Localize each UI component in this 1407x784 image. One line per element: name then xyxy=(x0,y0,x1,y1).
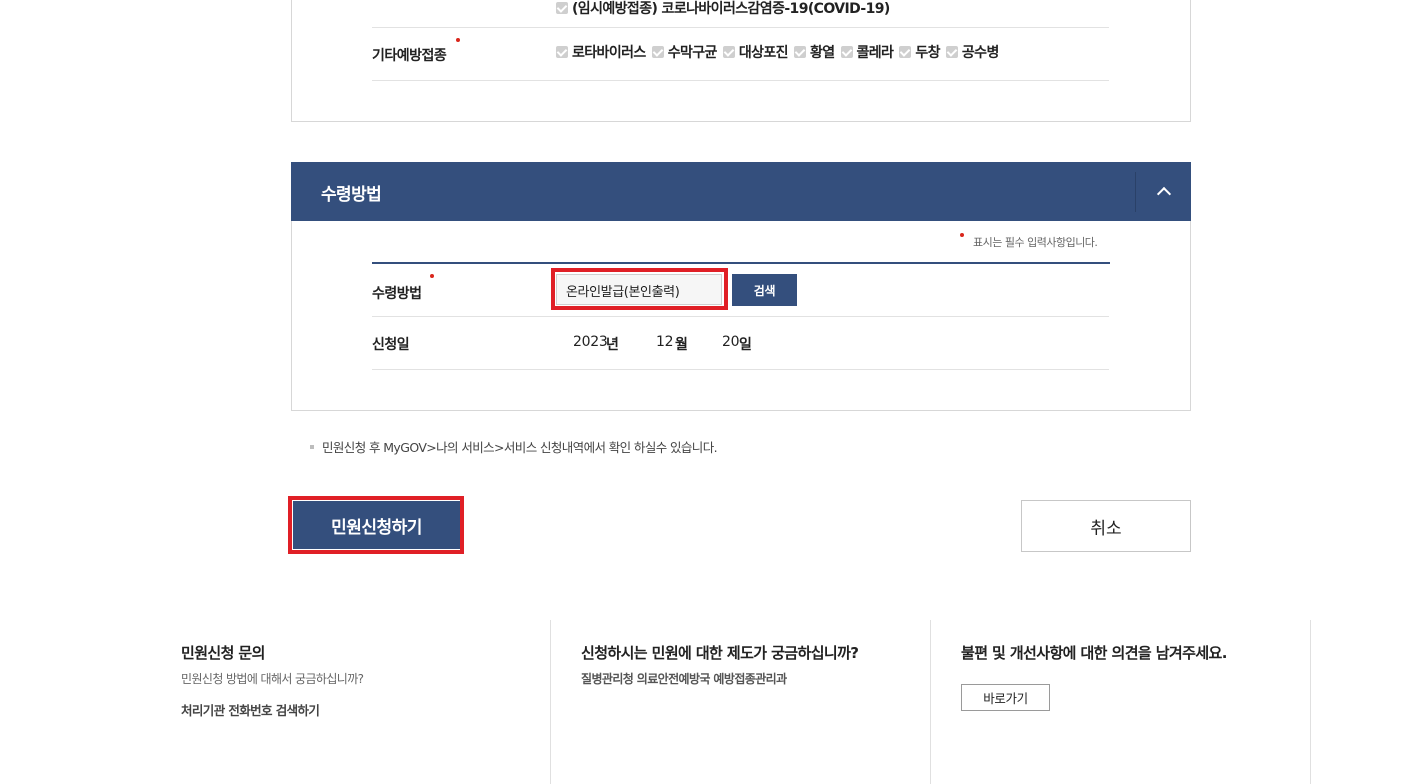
row-divider xyxy=(372,27,1109,28)
vaccine-option[interactable]: 콜레라 xyxy=(840,42,894,62)
inquiry-title: 민원신청 문의 xyxy=(181,644,265,662)
required-note: 표시는 필수 입력사항입니다. xyxy=(973,236,1098,249)
vaccine-option-label: 콜레라 xyxy=(856,45,894,61)
checkbox-checked-icon[interactable] xyxy=(840,46,853,58)
row-divider xyxy=(372,316,1109,317)
footer-divider xyxy=(930,620,931,784)
vaccine-option-label: 공수병 xyxy=(961,45,999,61)
footer-divider xyxy=(550,620,551,784)
required-dot-icon xyxy=(960,233,964,237)
receipt-method-field[interactable]: 온라인발급(본인출력) xyxy=(556,274,722,305)
inquiry-subtitle: 민원신청 방법에 대해서 궁금하십니까? xyxy=(181,672,364,686)
vaccine-option-label: 대상포진 xyxy=(738,45,789,61)
application-date-label: 신청일 xyxy=(372,337,410,353)
other-vaccination-options: 로타바이러스 수막구균 대상포진 황열 콜레라 두창 공수병 xyxy=(556,42,1005,62)
covid-vaccine-label: (임시예방접종) 코로나바이러스감염증-19(COVID-19) xyxy=(572,1,890,17)
cancel-button[interactable]: 취소 xyxy=(1021,500,1191,552)
date-day: 20 xyxy=(722,334,740,350)
date-month-unit: 월 xyxy=(675,337,688,353)
other-vaccination-label: 기타예방접종 xyxy=(372,48,447,64)
search-button[interactable]: 검색 xyxy=(732,274,797,306)
required-dot-icon xyxy=(430,274,434,278)
date-year: 2023 xyxy=(573,334,608,350)
vaccine-option-label: 수막구균 xyxy=(667,45,718,61)
vaccine-option[interactable]: 두창 xyxy=(899,42,940,62)
vaccine-option-label: 황열 xyxy=(809,45,835,61)
receipt-section-title: 수령방법 xyxy=(321,185,382,205)
vaccine-option[interactable]: 대상포진 xyxy=(722,42,789,62)
vaccine-option[interactable]: 황열 xyxy=(793,42,835,62)
footer-divider xyxy=(1310,620,1311,784)
required-dot-icon xyxy=(456,38,460,42)
checkbox-checked-icon[interactable] xyxy=(556,2,568,14)
vaccine-option-label: 로타바이러스 xyxy=(572,45,646,61)
date-year-unit: 년 xyxy=(606,337,619,353)
checkbox-checked-icon[interactable] xyxy=(899,46,912,58)
vaccine-option[interactable]: 공수병 xyxy=(945,42,999,62)
date-day-unit: 일 xyxy=(739,337,752,353)
info-note: 민원신청 후 MyGOV>나의 서비스>서비스 신청내역에서 확인 하실수 있습… xyxy=(310,437,718,456)
checkbox-checked-icon[interactable] xyxy=(651,46,664,58)
chevron-up-icon xyxy=(1156,186,1171,202)
vaccine-option[interactable]: 로타바이러스 xyxy=(556,42,646,62)
checkbox-checked-icon[interactable] xyxy=(793,46,806,58)
vaccine-option[interactable]: 수막구균 xyxy=(651,42,718,62)
checkbox-checked-icon[interactable] xyxy=(945,46,958,58)
vaccine-option-label: 두창 xyxy=(915,45,940,61)
date-month: 12 xyxy=(656,334,674,350)
bullet-icon xyxy=(310,444,314,449)
policy-question-title: 신청하시는 민원에 대한 제도가 궁금하십니까? xyxy=(581,644,859,662)
checkbox-checked-icon[interactable] xyxy=(556,46,568,58)
row-divider xyxy=(372,80,1109,81)
receipt-method-label: 수령방법 xyxy=(372,286,422,302)
table-top-border xyxy=(372,262,1110,264)
submit-application-button[interactable]: 민원신청하기 xyxy=(293,501,460,549)
checkbox-checked-icon[interactable] xyxy=(722,46,735,58)
collapse-section-button[interactable] xyxy=(1136,162,1191,221)
go-feedback-button[interactable]: 바로가기 xyxy=(961,684,1050,711)
covid-vaccine-option[interactable]: (임시예방접종) 코로나바이러스감염증-19(COVID-19) xyxy=(556,0,890,18)
receipt-section-header: 수령방법 xyxy=(291,162,1191,221)
agency-phone-search-link[interactable]: 처리기관 전화번호 검색하기 xyxy=(181,700,320,719)
info-note-text: 민원신청 후 MyGOV>나의 서비스>서비스 신청내역에서 확인 하실수 있습… xyxy=(322,440,718,455)
responsible-department: 질병관리청 의료안전예방국 예방접종관리과 xyxy=(581,672,787,686)
row-divider xyxy=(372,369,1109,370)
feedback-title: 불편 및 개선사항에 대한 의견을 남겨주세요. xyxy=(961,644,1227,662)
